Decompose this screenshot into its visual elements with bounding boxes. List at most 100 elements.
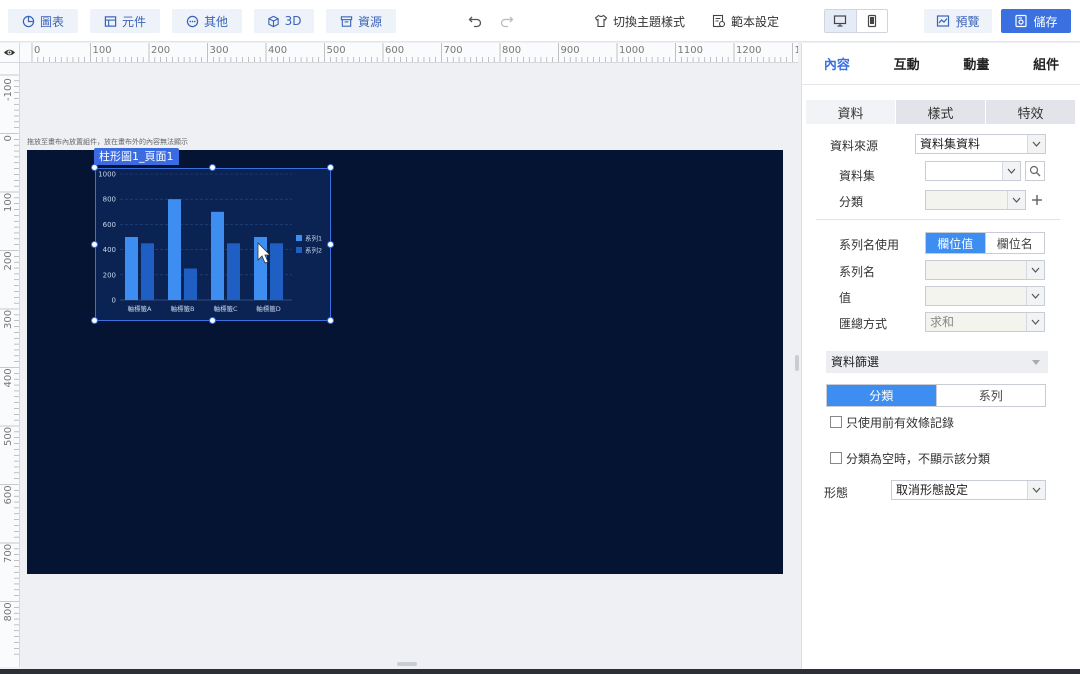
save-button[interactable]: 儲存 (1001, 9, 1071, 33)
filter-tab-category[interactable]: 分類 (827, 385, 936, 406)
resize-handle-top-right[interactable] (327, 164, 334, 171)
data-source-value: 資料集資料 (920, 137, 981, 151)
template-settings-button[interactable]: 範本設定 (712, 9, 779, 33)
redo-icon (500, 16, 514, 28)
other-button[interactable]: 其他 (172, 9, 242, 33)
shape-label: 形態 (824, 486, 849, 500)
redo-button[interactable] (497, 11, 517, 31)
y-tick-label: 0 (112, 297, 116, 305)
resize-handle-right[interactable] (327, 241, 334, 248)
add-category-button[interactable] (1028, 190, 1046, 210)
undo-icon (468, 16, 482, 28)
subtab-data[interactable]: 資料 (806, 100, 896, 124)
shape-select[interactable]: 取消形態設定 (891, 480, 1046, 500)
tab-animation[interactable]: 動畫 (942, 43, 1012, 84)
resize-handle-top-left[interactable] (91, 164, 98, 171)
ruler-number: 600 (3, 485, 14, 504)
resize-handle-top[interactable] (209, 164, 216, 171)
ruler-number: 1100 (678, 45, 703, 56)
only-valid-checkbox[interactable] (830, 416, 842, 428)
preview-button[interactable]: 預覽 (924, 9, 992, 33)
hide-empty-checkbox[interactable] (830, 452, 842, 464)
switch-theme-label: 切換主題樣式 (613, 14, 686, 29)
chart-bar (141, 243, 154, 300)
mobile-view-button[interactable] (855, 10, 888, 32)
ruler-number: 1200 (736, 45, 761, 56)
preview-label: 預覽 (955, 14, 980, 29)
tab-component[interactable]: 組件 (1011, 43, 1080, 84)
bar-chart: 0 200 400 600 800 1000 軸標籤A 軸標籤B 軸標籤C 軸標籤D 系列1 系列… (98, 171, 322, 314)
only-valid-label: 只使用前有效條記錄 (846, 416, 955, 430)
series-name-select[interactable] (925, 260, 1045, 280)
ruler-number: 700 (3, 544, 14, 563)
legend-label: 系列1 (305, 234, 322, 243)
tab-interaction[interactable]: 互動 (872, 43, 942, 84)
switch-theme-button[interactable]: 切換主題樣式 (594, 9, 685, 33)
component-button[interactable]: 元件 (90, 9, 160, 33)
desktop-view-button[interactable] (825, 10, 856, 32)
resource-button[interactable]: 資源 (326, 9, 396, 33)
widget-name-tag[interactable]: 柱形圖1_頁面1 (94, 148, 179, 165)
data-filter-section[interactable]: 資料篩選 (826, 351, 1048, 373)
eye-icon (3, 49, 16, 56)
legend-label: 系列2 (305, 246, 322, 255)
resize-handle-left[interactable] (91, 241, 98, 248)
ruler-number: 500 (327, 45, 346, 56)
bar-chart-widget[interactable]: 0 200 400 600 800 1000 軸標籤A 軸標籤B 軸標籤C 軸標籤D 系列1 系列… (95, 168, 331, 321)
series-name-use-label: 系列名使用 (839, 238, 900, 252)
value-select[interactable] (925, 286, 1045, 306)
chart-bar (270, 243, 283, 300)
series-use-field-value[interactable]: 欄位值 (926, 233, 985, 253)
resize-handle-bottom[interactable] (209, 317, 216, 324)
plus-icon (1032, 195, 1042, 205)
y-tick-label: 600 (103, 221, 116, 229)
value-label: 值 (839, 291, 852, 305)
resource-button-label: 資源 (357, 14, 382, 29)
three-d-button-label: 3D (284, 14, 302, 28)
category-select[interactable] (925, 190, 1026, 210)
horizontal-ruler: 0 100 200 300 400 500 600 700 800 900 1000 1100 1200… (20, 43, 798, 63)
undo-button[interactable] (465, 11, 485, 31)
filter-tab-series[interactable]: 系列 (935, 385, 1045, 406)
chart-button-label: 圖表 (39, 14, 64, 29)
subtab-effects[interactable]: 特效 (986, 100, 1076, 124)
series-use-field-name[interactable]: 欄位名 (984, 233, 1044, 253)
dataset-label: 資料集 (839, 169, 876, 183)
panel-resize-handle[interactable] (795, 355, 799, 371)
bottom-resize-handle[interactable] (397, 662, 417, 666)
ruler-number: 700 (444, 45, 463, 56)
three-d-button[interactable]: 3D (254, 9, 314, 33)
panel-main-tabs: 內容 互動 動畫 組件 (802, 43, 1080, 85)
dataset-select[interactable] (925, 161, 1021, 181)
x-tick-label: 軸標籤C (213, 304, 238, 313)
summary-select[interactable]: 求和 (925, 312, 1045, 332)
y-tick-label: 200 (103, 271, 116, 279)
resize-handle-bottom-right[interactable] (327, 317, 334, 324)
horizontal-scrollbar[interactable] (0, 669, 1080, 674)
data-source-select[interactable]: 資料集資料 (915, 134, 1046, 154)
properties-panel: 內容 互動 動畫 組件 資料 樣式 特效 資料來源 資料集資料 資料集 分類 系… (801, 43, 1080, 669)
ruler-number: 500 (3, 427, 14, 446)
more-circle-icon (186, 15, 199, 27)
visibility-toggle[interactable] (0, 43, 20, 63)
resize-handle-bottom-left[interactable] (91, 317, 98, 324)
dataset-search-button[interactable] (1025, 161, 1045, 181)
archive-icon (340, 15, 353, 27)
tab-content[interactable]: 內容 (802, 43, 872, 84)
subtab-style[interactable]: 樣式 (896, 100, 986, 124)
ruler-number: 300 (3, 310, 14, 329)
category-label: 分類 (839, 195, 864, 209)
ruler-number: 800 (502, 45, 521, 56)
caret-down-icon (1032, 360, 1040, 365)
chevron-down-icon (1026, 313, 1044, 331)
series-name-use-toggle: 欄位值 欄位名 (925, 232, 1045, 254)
monitor-icon (834, 15, 847, 27)
device-switch (824, 9, 888, 33)
ruler-number: 800 (3, 602, 14, 621)
shirt-icon (594, 14, 608, 28)
legend-swatch (296, 235, 302, 241)
chart-button[interactable]: 圖表 (8, 9, 78, 33)
save-label: 儲存 (1033, 14, 1058, 29)
ruler-number: 400 (268, 45, 287, 56)
chevron-down-icon (1027, 481, 1045, 499)
